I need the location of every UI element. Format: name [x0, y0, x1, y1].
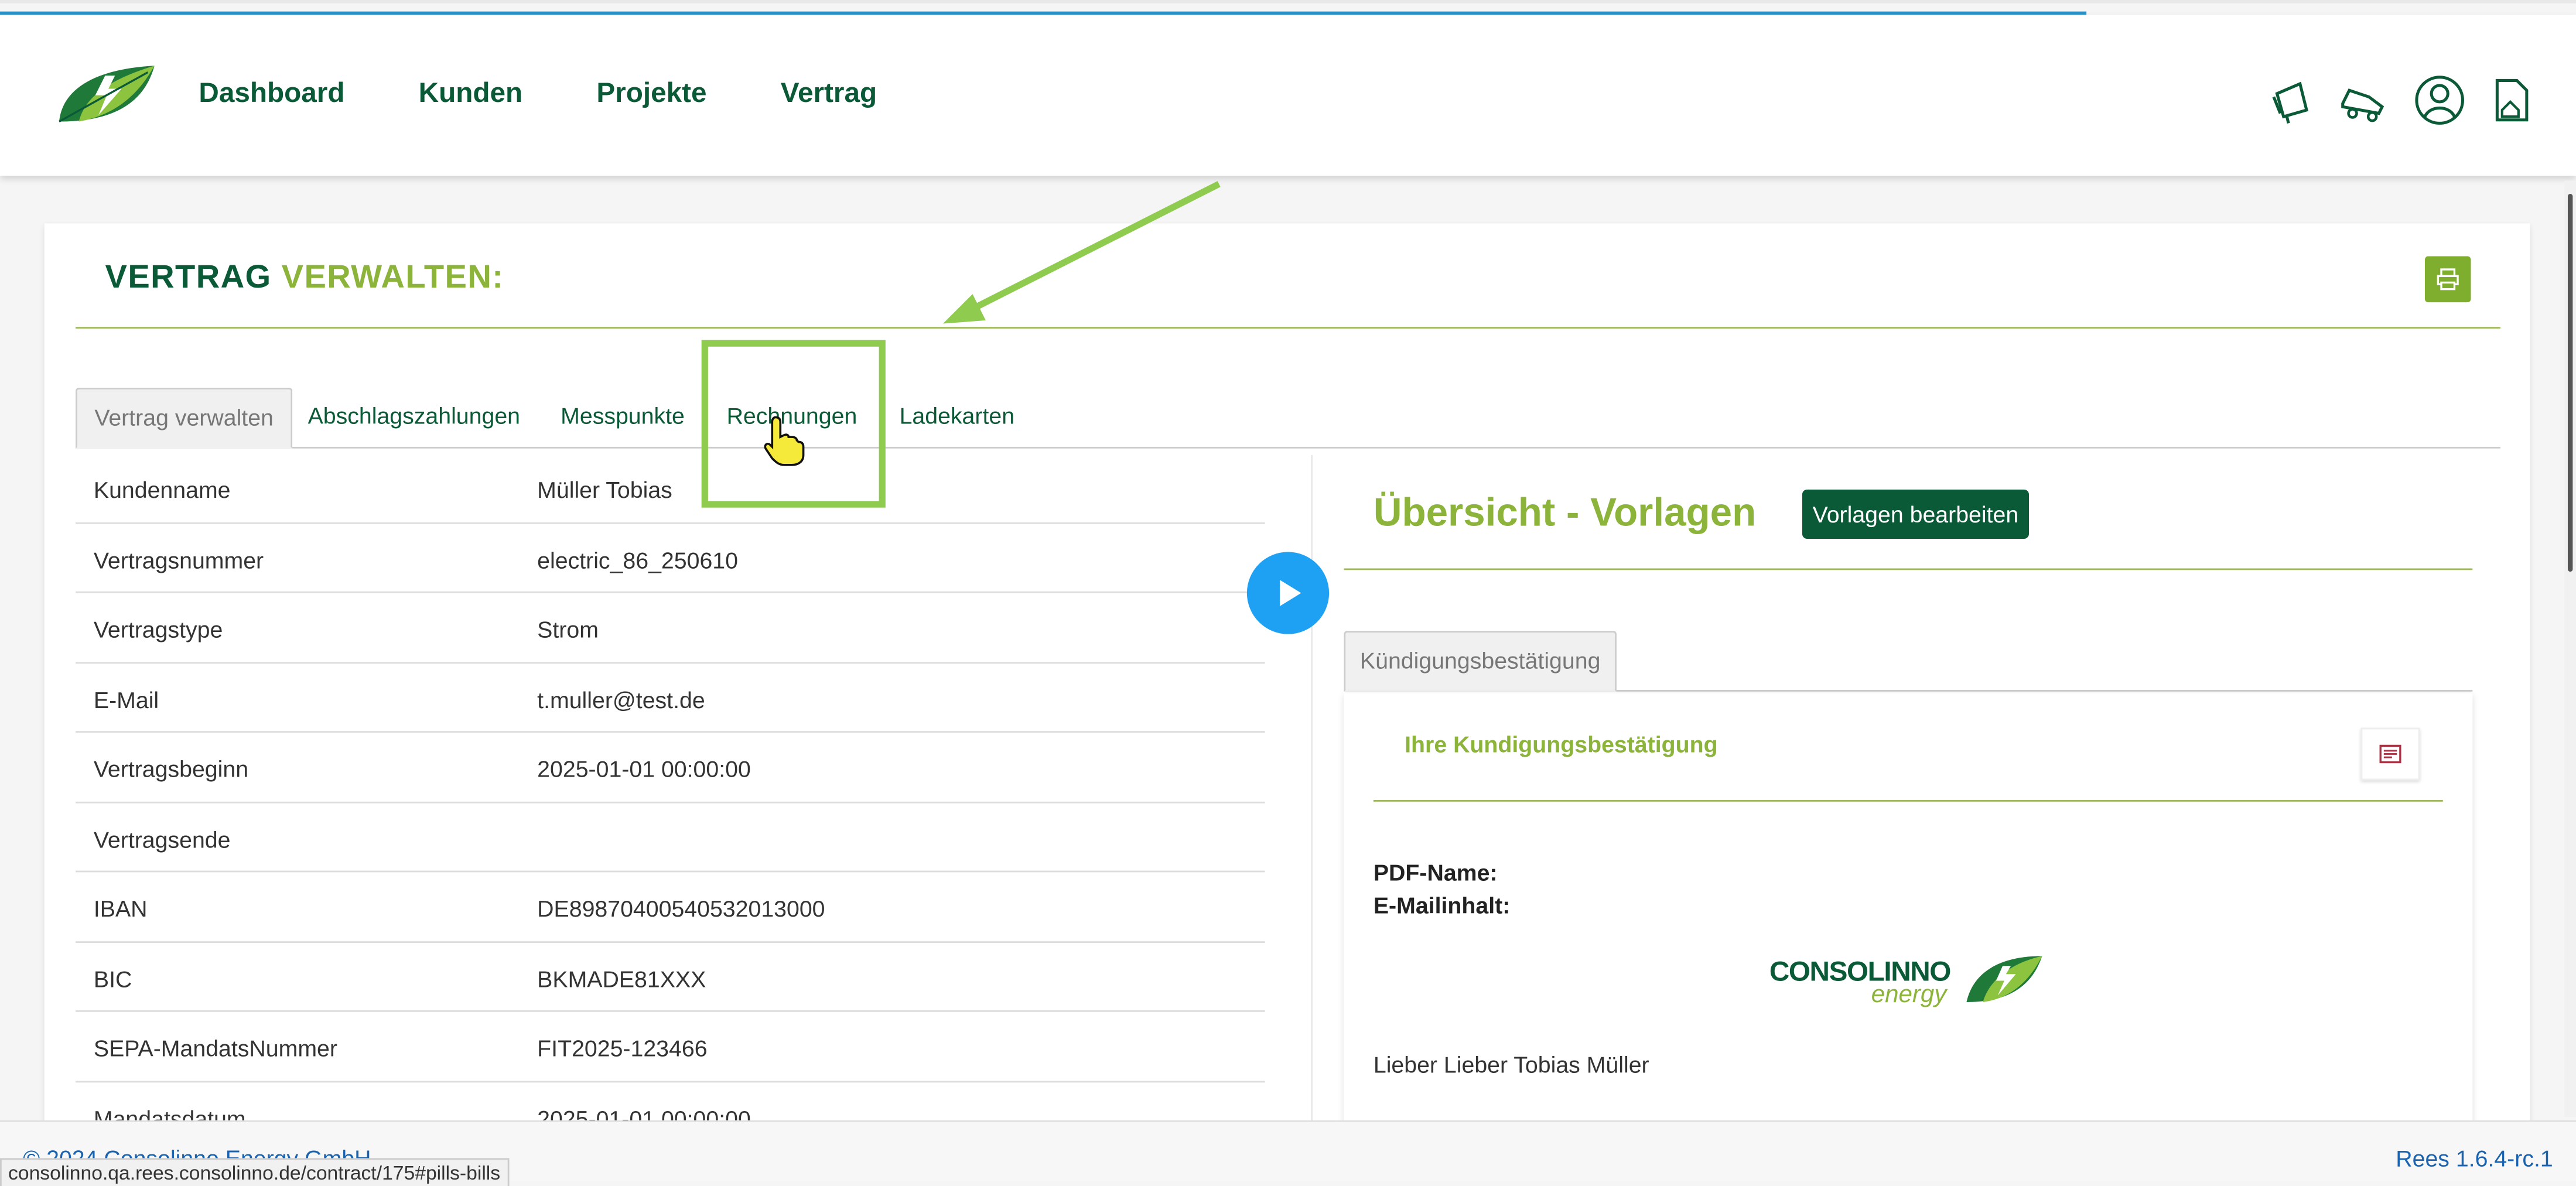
footer-version[interactable]: Rees 1.6.4-rc.1	[2396, 1145, 2553, 1171]
tab-ladekarten[interactable]: Ladekarten	[887, 388, 1027, 445]
page-top-border	[0, 0, 2576, 4]
email-content-label: E-Mailinhalt:	[1373, 892, 1511, 918]
row-key: Vertragsnummer	[93, 546, 264, 573]
row-value: t.muller@test.de	[537, 686, 705, 712]
tab-kuendigungsbestaetigung[interactable]: Kündigungsbestätigung	[1344, 631, 1617, 692]
main-nav: Dashboard Kunden Projekte Vertrag	[199, 77, 877, 110]
contract-details-table: Kundenname Müller Tobias Vertragsnummer el…	[76, 453, 1265, 1143]
row-value: Strom	[537, 616, 599, 642]
hand-cursor-icon	[764, 416, 805, 466]
row-key: SEPA-MandatsNummer	[93, 1035, 337, 1061]
pdf-button[interactable]	[2360, 727, 2420, 781]
document-home-icon[interactable]	[2484, 74, 2537, 127]
row-key: Vertragstype	[93, 616, 223, 642]
title-divider	[76, 327, 2500, 329]
row-key: IBAN	[93, 895, 148, 922]
annotation-arrow	[942, 181, 1221, 324]
templates-tabs: Kündigungsbestätigung	[1344, 631, 2473, 692]
row-key: Vertragsende	[93, 825, 231, 852]
row-value: FIT2025-123466	[537, 1035, 708, 1061]
play-icon	[1279, 580, 1301, 606]
scrollbar-thumb[interactable]	[2567, 193, 2573, 572]
print-button[interactable]	[2424, 256, 2471, 303]
leaf-logo[interactable]	[56, 63, 158, 128]
templates-title: Übersicht - Vorlagen	[1373, 491, 1757, 536]
browser-status-url: consolinno.qa.rees.consolinno.de/contrac…	[0, 1158, 509, 1186]
row-key: E-Mail	[93, 686, 159, 712]
row-value: Müller Tobias	[537, 476, 672, 503]
truck-icon[interactable]	[2336, 74, 2389, 127]
title-part-1: VERTRAG	[105, 259, 272, 296]
row-value: DE89870400540532013000	[537, 895, 825, 922]
row-value: 2025-01-01 00:00:00	[537, 756, 751, 782]
templates-divider	[1344, 568, 2473, 570]
contract-card: VERTRAG VERWALTEN: Vertrag verwalten Abs…	[44, 223, 2530, 1144]
row-key: Kundenname	[93, 476, 231, 503]
nav-vertrag[interactable]: Vertrag	[781, 77, 877, 110]
nav-projekte[interactable]: Projekte	[596, 77, 706, 110]
printer-icon	[2437, 268, 2459, 290]
tab-vertrag-verwalten[interactable]: Vertrag verwalten	[76, 387, 293, 449]
table-row: Vertragsende	[76, 802, 1265, 873]
consolinno-energy-logo: CONSOLINNO energy	[1769, 953, 2049, 1018]
table-row: Vertragstype Strom	[76, 593, 1265, 663]
template-card-title: Ihre Kundigungsbestätigung	[1405, 731, 1718, 758]
table-row: SEPA-MandatsNummer FIT2025-123466	[76, 1012, 1265, 1082]
table-row: Kundenname Müller Tobias	[76, 453, 1265, 524]
table-row: Vertragsbeginn 2025-01-01 00:00:00	[76, 733, 1265, 803]
table-row: BIC BKMADE81XXX	[76, 942, 1265, 1012]
user-avatar-icon[interactable]	[2413, 74, 2466, 127]
row-key: BIC	[93, 965, 132, 992]
tab-messpunkte[interactable]: Messpunkte	[547, 388, 698, 445]
leaf-icon	[1966, 956, 2042, 1002]
table-row: IBAN DE89870400540532013000	[76, 872, 1265, 942]
nav-kunden[interactable]: Kunden	[419, 77, 522, 110]
brand-subtitle: energy	[1871, 980, 1947, 1009]
contract-tabs: Vertrag verwalten Abschlagszahlungen Mes…	[76, 387, 2500, 449]
table-row: Vertragsnummer electric_86_250610	[76, 523, 1265, 593]
loading-progress-bar	[0, 11, 2087, 15]
email-greeting: Lieber Lieber Tobias Müller	[1373, 1051, 1649, 1078]
page-scrollbar[interactable]	[2564, 180, 2576, 1117]
tab-abschlagszahlungen[interactable]: Abschlagszahlungen	[294, 388, 534, 445]
template-preview-card: Ihre Kundigungsbestätigung PDF-Name: E-M…	[1344, 693, 2473, 1144]
templates-panel: Übersicht - Vorlagen Vorlagen bearbeiten…	[1311, 454, 2502, 1144]
row-value: BKMADE81XXX	[537, 965, 706, 992]
page-title: VERTRAG VERWALTEN:	[105, 259, 504, 298]
template-card-divider	[1373, 799, 2443, 802]
title-part-2: VERWALTEN:	[281, 259, 504, 296]
row-key: Vertragsbeginn	[93, 756, 249, 782]
nav-dashboard[interactable]: Dashboard	[199, 77, 344, 110]
table-row: E-Mail t.muller@test.de	[76, 663, 1265, 733]
pdf-icon	[2379, 744, 2401, 764]
pdf-name-label: PDF-Name:	[1373, 859, 1498, 886]
bell-icon[interactable]	[2264, 74, 2317, 127]
play-button[interactable]	[1246, 552, 1330, 634]
app-page: Dashboard Kunden Projekte Vertrag VERTRA…	[0, 0, 2576, 1186]
row-value: electric_86_250610	[537, 546, 738, 573]
edit-templates-button[interactable]: Vorlagen bearbeiten	[1802, 489, 2029, 539]
